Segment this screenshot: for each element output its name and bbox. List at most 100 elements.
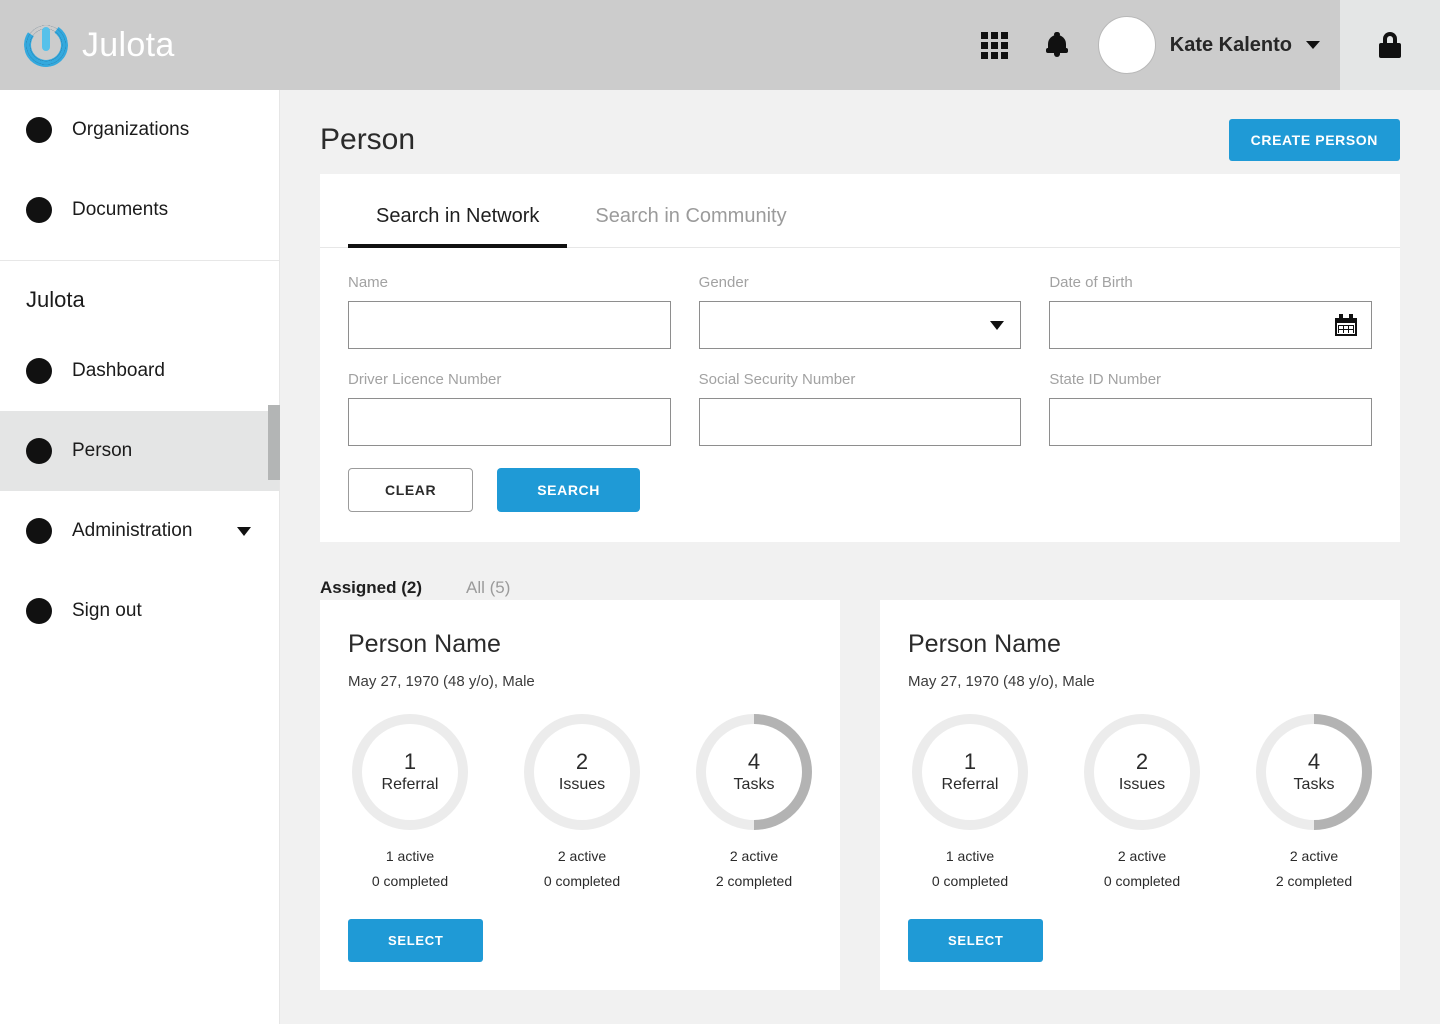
field-state-id-number: State ID Number: [1049, 371, 1372, 446]
person-card[interactable]: Person Name May 27, 1970 (48 y/o), Male …: [880, 600, 1400, 990]
field-label-driver-licence-number: Driver Licence Number: [348, 371, 502, 388]
field-label-state-id-number: State ID Number: [1049, 371, 1162, 388]
person-cards: Person Name May 27, 1970 (48 y/o), Male …: [280, 600, 1440, 990]
metric-completed: 0 completed: [931, 872, 1009, 889]
metric-referral: 1 Referral 1 active 0 completed: [912, 714, 1028, 893]
notifications-button[interactable]: [1026, 0, 1088, 90]
brand-area[interactable]: Julota: [0, 19, 175, 71]
metric-tasks: 4 Tasks 2 active 2 completed: [1256, 714, 1372, 893]
page-header: Person CREATE PERSON: [280, 90, 1440, 164]
tab-search-in-community[interactable]: Search in Community: [567, 205, 814, 248]
circle-icon: [26, 197, 52, 223]
person-card[interactable]: Person Name May 27, 1970 (48 y/o), Male …: [320, 600, 840, 990]
metric-completed: 0 completed: [371, 872, 449, 889]
user-name: Kate Kalento: [1169, 33, 1292, 56]
field-box-date-of-birth[interactable]: [1049, 301, 1372, 349]
field-box-driver-licence-number[interactable]: [348, 398, 671, 446]
person-name: Person Name: [908, 630, 1061, 658]
person-metrics: 1 Referral 1 active 0 completed 2 Issues…: [348, 714, 812, 893]
sidebar-item-organizations[interactable]: Organizations: [0, 90, 279, 170]
metric-completed: 0 completed: [1103, 872, 1181, 889]
create-person-button[interactable]: CREATE PERSON: [1228, 119, 1400, 161]
metric-label: Issues: [1118, 775, 1166, 793]
grid-icon: [981, 31, 1009, 59]
metric-issues: 2 Issues 2 active 0 completed: [524, 714, 640, 893]
social-security-number-input[interactable]: [699, 399, 1021, 445]
field-box-name[interactable]: [348, 301, 671, 349]
circle-icon: [26, 358, 52, 384]
person-details: May 27, 1970 (48 y/o), Male: [348, 673, 535, 690]
metric-label: Tasks: [733, 775, 775, 793]
sidebar-item-sign-out[interactable]: Sign out: [0, 571, 279, 651]
metric-count: 2: [1135, 749, 1149, 775]
date-of-birth-input[interactable]: [1050, 302, 1371, 348]
sidebar-item-label: Documents: [72, 199, 169, 220]
metric-tasks: 4 Tasks 2 active 2 completed: [696, 714, 812, 893]
sidebar-item-label: Organizations: [72, 119, 190, 140]
field-label-social-security-number: Social Security Number: [698, 371, 856, 388]
sidebar-item-documents[interactable]: Documents: [0, 170, 279, 250]
main-content: Person CREATE PERSON Search in Network S…: [280, 90, 1440, 1024]
metric-label: Referral: [381, 775, 439, 793]
metric-completed: 2 completed: [1275, 872, 1353, 889]
lock-button[interactable]: [1340, 0, 1440, 90]
field-label-gender: Gender: [698, 274, 749, 291]
metric-active: 2 active: [557, 848, 607, 864]
field-box-gender[interactable]: [698, 301, 1022, 349]
select-button[interactable]: SELECT: [348, 919, 484, 962]
sidebar-scrollbar-thumb[interactable]: [268, 405, 280, 480]
metric-stats: 2 active 0 completed: [524, 844, 640, 893]
circle-icon: [26, 438, 52, 464]
person-metrics: 1 Referral 1 active 0 completed 2 Issues…: [908, 714, 1372, 893]
sidebar-item-label: Administration: [72, 520, 193, 541]
metric-active: 1 active: [385, 848, 435, 864]
search-button[interactable]: SEARCH: [497, 468, 640, 512]
sidebar-item-person[interactable]: Person: [0, 411, 279, 491]
referral-donut: 1 Referral: [912, 714, 1028, 830]
field-label-name: Name: [348, 274, 389, 291]
metric-label: Tasks: [1293, 775, 1335, 793]
metric-stats: 1 active 0 completed: [912, 844, 1028, 893]
apps-grid-button[interactable]: [964, 0, 1026, 90]
app-root: Julota Kate Kalento Organizations Docume…: [0, 0, 1440, 1024]
name-input[interactable]: [349, 302, 670, 348]
page-title: Person: [320, 123, 416, 156]
tasks-donut: 4 Tasks: [696, 714, 812, 830]
field-box-state-id-number[interactable]: [1049, 398, 1372, 446]
bell-icon: [1045, 32, 1068, 58]
tab-assigned[interactable]: Assigned (2): [320, 578, 422, 598]
julota-logo-icon: [20, 19, 72, 71]
sidebar-divider: [0, 260, 279, 261]
field-label-date-of-birth: Date of Birth: [1049, 274, 1133, 291]
tab-all[interactable]: All (5): [466, 578, 510, 598]
sidebar-item-administration[interactable]: Administration: [0, 491, 279, 571]
sidebar-item-label: Person: [72, 440, 133, 461]
metric-label: Referral: [941, 775, 999, 793]
field-date-of-birth: Date of Birth: [1049, 274, 1372, 349]
select-button[interactable]: SELECT: [908, 919, 1044, 962]
sidebar-item-label: Sign out: [72, 600, 142, 621]
chevron-down-icon: [237, 527, 251, 536]
user-menu[interactable]: Kate Kalento: [1088, 0, 1340, 90]
tab-search-in-network[interactable]: Search in Network: [348, 205, 568, 248]
calendar-icon[interactable]: [1334, 314, 1357, 336]
metric-completed: 2 completed: [715, 872, 793, 889]
lock-icon: [1379, 32, 1401, 58]
metric-active: 2 active: [729, 848, 779, 864]
metric-count: 2: [575, 749, 589, 775]
top-bar: Julota Kate Kalento: [0, 0, 1440, 90]
sidebar-item-dashboard[interactable]: Dashboard: [0, 331, 279, 411]
search-form-row-2: Driver Licence Number Social Security Nu…: [348, 371, 1372, 446]
state-id-number-input[interactable]: [1050, 399, 1371, 445]
field-box-social-security-number[interactable]: [698, 398, 1022, 446]
metric-label: Issues: [558, 775, 606, 793]
field-social-security-number: Social Security Number: [698, 371, 1022, 446]
metric-count: 4: [1307, 749, 1321, 775]
gender-select[interactable]: [699, 302, 1021, 348]
metric-count: 1: [403, 749, 417, 775]
search-tabs: Search in Network Search in Community: [320, 174, 1400, 248]
metric-stats: 2 active 0 completed: [1084, 844, 1200, 893]
driver-licence-number-input[interactable]: [349, 399, 670, 445]
search-form: Name Gender Date of Birth Driver Licence…: [320, 248, 1400, 542]
clear-button[interactable]: CLEAR: [348, 468, 474, 512]
